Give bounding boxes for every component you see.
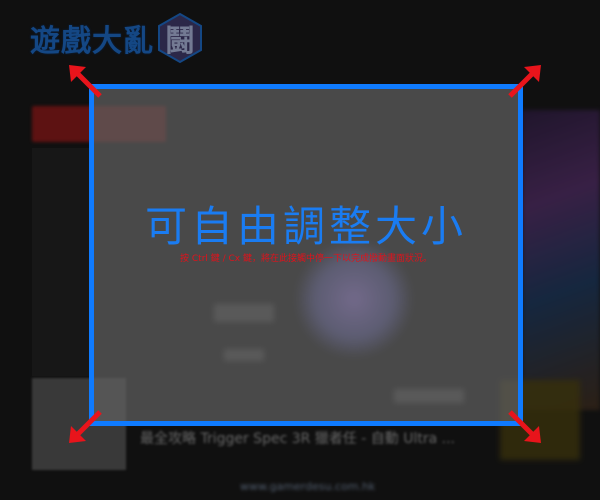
resize-arrow-bottom-right-icon[interactable]	[504, 406, 544, 446]
blurred-text	[394, 389, 464, 403]
resize-arrow-top-left-icon[interactable]	[66, 62, 106, 102]
resize-hint-subtitle: 按 Ctrl 鍵 / Cx 鍵，將在此接觸中停一下以完成撥動畫面狀況。	[180, 254, 432, 264]
blurred-text	[214, 304, 274, 322]
resize-arrow-top-right-icon[interactable]	[504, 62, 544, 102]
resize-arrow-bottom-left-icon[interactable]	[66, 406, 106, 446]
blurred-text	[224, 349, 264, 361]
resize-hint-title: 可自由調整大小	[144, 202, 467, 251]
resize-frame[interactable]: 可自由調整大小 按 Ctrl 鍵 / Cx 鍵，將在此接觸中停一下以完成撥動畫面…	[89, 84, 523, 426]
